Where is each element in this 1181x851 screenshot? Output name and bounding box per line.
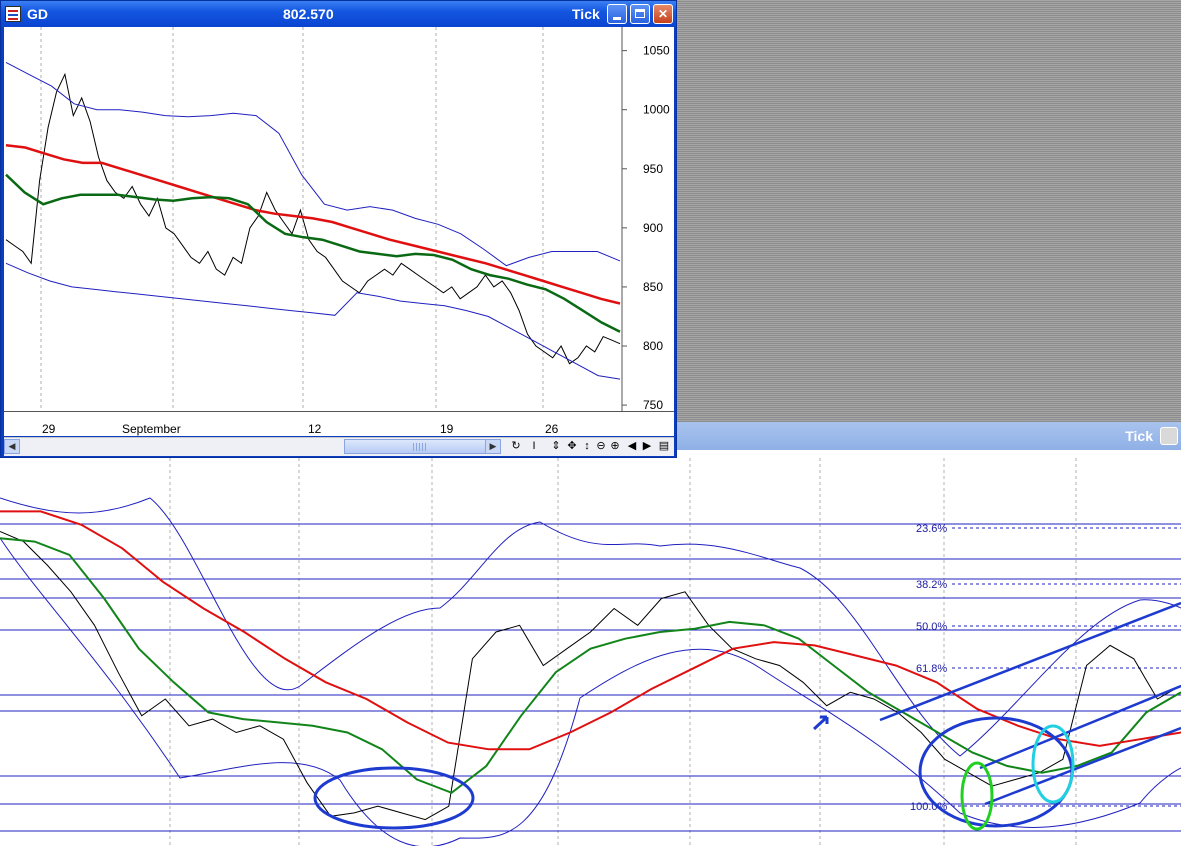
vertical-scale-icon[interactable]: ⇕ — [550, 439, 562, 454]
y-tick-label: 1050 — [643, 44, 670, 58]
fibonacci-chart: 23.6%38.2%50.0%61.8%100.0% — [0, 458, 1181, 848]
trend-channel-lower — [984, 726, 1181, 806]
scroll-left-icon[interactable]: ◀ — [4, 439, 20, 454]
refresh-icon[interactable]: ↻ — [510, 439, 522, 454]
maximize-button[interactable] — [630, 4, 650, 24]
fib-label: 23.6% — [916, 523, 947, 535]
annotation-ellipse — [313, 766, 475, 830]
window-titlebar[interactable]: GD 802.570 Tick — [1, 1, 676, 27]
window-symbol: GD — [27, 6, 48, 22]
chart-app-icon[interactable] — [5, 6, 21, 22]
moving-average-red — [5, 143, 621, 305]
window-list-icon[interactable]: ▤ — [658, 439, 670, 454]
background-window-button[interactable] — [1160, 427, 1178, 445]
minimize-button[interactable] — [607, 4, 627, 24]
y-tick-label: 950 — [643, 162, 663, 176]
move-icon[interactable]: ✥ — [566, 439, 578, 454]
y-tick-label: 850 — [643, 280, 663, 294]
fib-label: 61.8% — [916, 663, 947, 675]
horizontal-scrollbar[interactable]: ◀ ▶ ↻ I ⇕ ✥ ↕ ⊖ ⊕ ◀ ▶ ▤ — [4, 437, 674, 456]
desktop-background — [677, 0, 1181, 422]
lower-chart-pane[interactable]: 23.6% 38.2% 50.0% 61.8% 100.0% — [0, 458, 1181, 848]
scroll-back-icon[interactable]: ◀ — [626, 439, 638, 454]
lower-band — [5, 262, 621, 380]
y-tick-label: 750 — [643, 398, 663, 411]
date-axis: 29 September 12 19 26 — [4, 411, 674, 436]
date-label: 29 — [42, 422, 56, 436]
lower-band — [0, 537, 1181, 848]
date-label: 26 — [545, 422, 559, 436]
price-chart-pane[interactable]: 1050 1000 950 900 850 800 750 — [4, 27, 674, 436]
cursor-icon[interactable]: I — [528, 439, 540, 454]
moving-average-green — [0, 537, 1181, 794]
date-label: 12 — [308, 422, 322, 436]
moving-average-green — [5, 173, 621, 333]
scroll-thumb[interactable] — [344, 439, 494, 454]
price-chart: 1050 1000 950 900 850 800 750 — [5, 27, 670, 412]
close-button[interactable] — [653, 4, 673, 24]
fib-label: 38.2% — [916, 579, 947, 591]
window-mode: Tick — [572, 6, 600, 22]
move-vertical-icon[interactable]: ↕ — [581, 439, 593, 454]
background-window-titlebar[interactable]: Tick — [677, 422, 1181, 450]
date-label: September — [122, 422, 181, 436]
background-window-mode: Tick — [1125, 428, 1153, 444]
scroll-forward-icon[interactable]: ▶ — [641, 439, 653, 454]
y-tick-label: 900 — [643, 221, 663, 235]
fib-label: 50.0% — [916, 621, 947, 633]
zoom-in-icon[interactable]: ⊕ — [609, 439, 621, 454]
scroll-right-icon[interactable]: ▶ — [485, 439, 501, 454]
y-tick-label: 1000 — [643, 103, 670, 117]
trend-channel-middle — [979, 684, 1181, 770]
chart-window[interactable]: GD 802.570 Tick 10501000950900850800750 … — [0, 0, 677, 458]
window-price: 802.570 — [283, 6, 334, 22]
zoom-out-icon[interactable]: ⊖ — [595, 439, 607, 454]
grip-icon — [413, 443, 427, 451]
y-tick-label: 800 — [643, 339, 663, 353]
date-label: 19 — [440, 422, 454, 436]
